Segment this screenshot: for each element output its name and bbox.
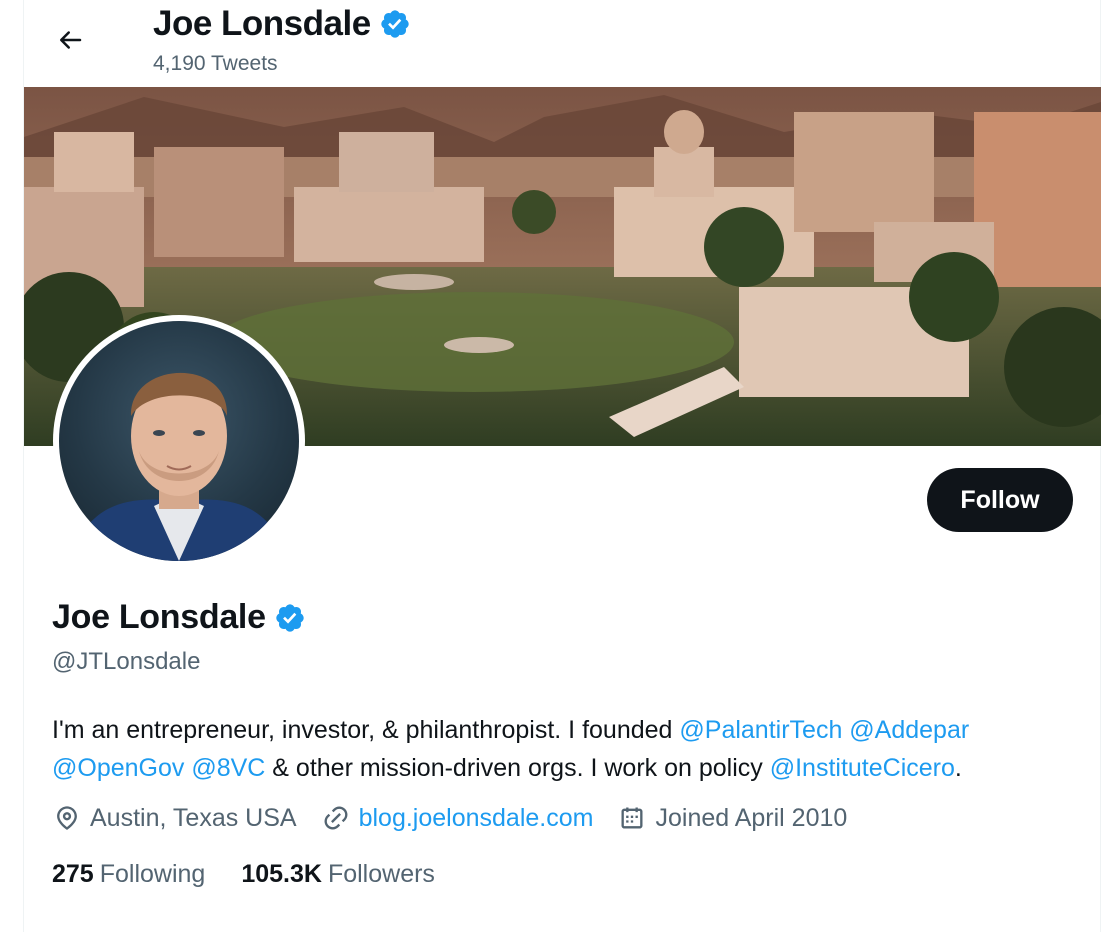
followers-link[interactable]: 105.3K Followers [241,860,435,889]
mention-link[interactable]: @OpenGov [52,754,184,782]
website-link[interactable]: blog.joelonsdale.com [359,804,594,833]
bio-text: I'm an entrepreneur, investor, & philant… [52,716,680,744]
mention-link[interactable]: @PalantirTech [679,716,842,744]
location-item: Austin, Texas USA [52,803,297,833]
joined-text: Joined April 2010 [655,803,848,832]
arrow-left-icon [55,25,85,55]
following-link[interactable]: 275 Following [52,860,205,889]
location-text: Austin, Texas USA [90,803,297,832]
header-title: Joe Lonsdale [153,2,411,46]
location-pin-icon [52,803,82,833]
followers-label: Followers [327,860,435,888]
tweets-count: 4,190 Tweets [153,52,278,75]
joined-item: Joined April 2010 [617,803,847,833]
back-button[interactable] [48,18,92,62]
avatar-photo [59,321,299,561]
bio-text: & other mission-driven orgs. I work on p… [265,754,770,782]
profile-avatar[interactable] [53,315,305,567]
mention-link[interactable]: @Addepar [849,716,969,744]
profile-name-row: Joe Lonsdale [52,598,306,637]
profile-handle: @JTLonsdale [52,648,201,675]
profile-meta: Austin, Texas USA blog.joelonsdale.com J… [52,803,871,833]
followers-count: 105.3K [241,860,322,888]
following-count: 275 [52,860,94,888]
header-name: Joe Lonsdale [153,4,371,43]
follow-button[interactable]: Follow [927,468,1073,532]
mention-link[interactable]: @8VC [191,754,265,782]
bio-text: . [954,754,962,782]
mention-link[interactable]: @InstituteCicero [770,754,955,782]
profile-stats: 275 Following 105.3K Followers [52,860,471,889]
display-name: Joe Lonsdale [52,598,266,636]
verified-badge-icon [379,8,411,40]
calendar-icon [617,803,647,833]
verified-badge-icon[interactable] [274,602,306,634]
profile-bio: I'm an entrepreneur, investor, & philant… [52,711,1082,787]
website-item: blog.joelonsdale.com [321,803,594,833]
link-icon [321,803,351,833]
following-label: Following [99,860,206,888]
